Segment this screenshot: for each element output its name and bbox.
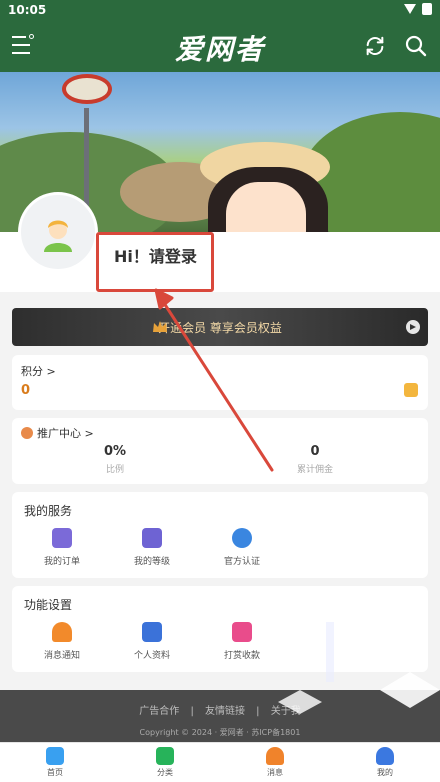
tab-me[interactable]: 我的 xyxy=(355,747,415,778)
chevron-right-icon xyxy=(406,320,420,334)
battery-icon xyxy=(422,3,432,15)
total-commission-value: 0 xyxy=(310,444,320,459)
avatar[interactable] xyxy=(18,192,98,272)
wifi-icon xyxy=(404,4,416,14)
crown-icon xyxy=(153,321,167,332)
setting-notifications[interactable]: 消息通知 xyxy=(22,622,102,661)
setting-tips[interactable]: 打赏收款 xyxy=(202,622,282,661)
promotion-label: 推广中心 > xyxy=(37,427,94,440)
commission-rate-caption: 比例 xyxy=(105,465,124,475)
tab-label: 分类 xyxy=(157,768,173,777)
message-icon xyxy=(266,747,284,765)
my-services-card: 我的服务 我的订单 我的等级 官方认证 xyxy=(12,492,428,578)
user-avatar-icon xyxy=(44,220,72,252)
order-icon xyxy=(52,528,72,548)
service-official-verification[interactable]: 官方认证 xyxy=(202,528,282,567)
home-icon xyxy=(46,747,64,765)
profile-icon xyxy=(142,622,162,642)
tab-category[interactable]: 分类 xyxy=(135,747,195,778)
status-bar: 10:05 xyxy=(0,0,440,20)
setting-profile[interactable]: 个人资料 xyxy=(112,622,192,661)
bus-stop-sign xyxy=(62,74,112,104)
gift-icon xyxy=(232,622,252,642)
search-icon[interactable] xyxy=(404,34,428,58)
points-value: 0 xyxy=(21,383,31,398)
function-settings-card: 功能设置 消息通知 个人资料 打赏收款 xyxy=(12,586,428,672)
service-label: 我的订单 xyxy=(43,557,80,567)
status-time: 10:05 xyxy=(8,3,47,17)
points-label: 积分 > xyxy=(21,365,56,378)
tab-label: 消息 xyxy=(267,768,283,777)
commission-rate-value: 0% xyxy=(103,444,127,459)
footer: 广告合作 | 友情链接 | 关于我 Copyright © 2024 · 爱网者… xyxy=(0,690,440,742)
footer-copyright: Copyright © 2024 · 爱网者 · 苏ICP备1801 xyxy=(139,728,301,737)
service-my-orders[interactable]: 我的订单 xyxy=(22,528,102,567)
app-bar: 爱网者 xyxy=(0,20,440,72)
tab-label: 首页 xyxy=(47,768,63,777)
setting-label: 打赏收款 xyxy=(223,651,260,661)
level-icon xyxy=(142,528,162,548)
promotion-header: 推广中心 > xyxy=(21,425,94,441)
setting-label: 个人资料 xyxy=(133,651,170,661)
tab-home[interactable]: 首页 xyxy=(25,747,85,778)
verified-icon xyxy=(232,528,252,548)
commission-rate-stat: 0% 比例 xyxy=(55,444,175,475)
tab-label: 我的 xyxy=(377,768,393,777)
points-card[interactable]: 积分 > 0 xyxy=(12,355,428,410)
service-my-level[interactable]: 我的等级 xyxy=(112,528,192,567)
footer-links[interactable]: 广告合作 | 友情链接 | 关于我 xyxy=(0,702,440,717)
money-bag-icon xyxy=(21,427,33,439)
category-icon xyxy=(156,747,174,765)
coin-icon xyxy=(404,383,418,397)
tab-messages[interactable]: 消息 xyxy=(245,747,305,778)
service-label: 我的等级 xyxy=(133,557,170,567)
refresh-icon[interactable] xyxy=(364,35,386,57)
service-label: 官方认证 xyxy=(223,557,260,567)
me-icon xyxy=(376,747,394,765)
promotion-center-card[interactable]: 推广中心 > 0% 比例 0 累计佣金 xyxy=(12,418,428,484)
vip-label: 开通会员 尊享会员权益 xyxy=(158,320,282,335)
login-prompt[interactable]: Hi！请登录 xyxy=(114,243,197,267)
status-icons xyxy=(404,3,432,15)
settings-title: 功能设置 xyxy=(24,598,73,612)
total-commission-stat: 0 累计佣金 xyxy=(255,444,375,475)
bell-icon xyxy=(52,622,72,642)
bottom-tab-bar: 首页 分类 消息 我的 xyxy=(0,742,440,782)
total-commission-caption: 累计佣金 xyxy=(296,465,333,475)
services-title: 我的服务 xyxy=(24,504,73,518)
setting-label: 消息通知 xyxy=(43,651,80,661)
vip-banner[interactable]: 开通会员 尊享会员权益 xyxy=(12,308,428,346)
